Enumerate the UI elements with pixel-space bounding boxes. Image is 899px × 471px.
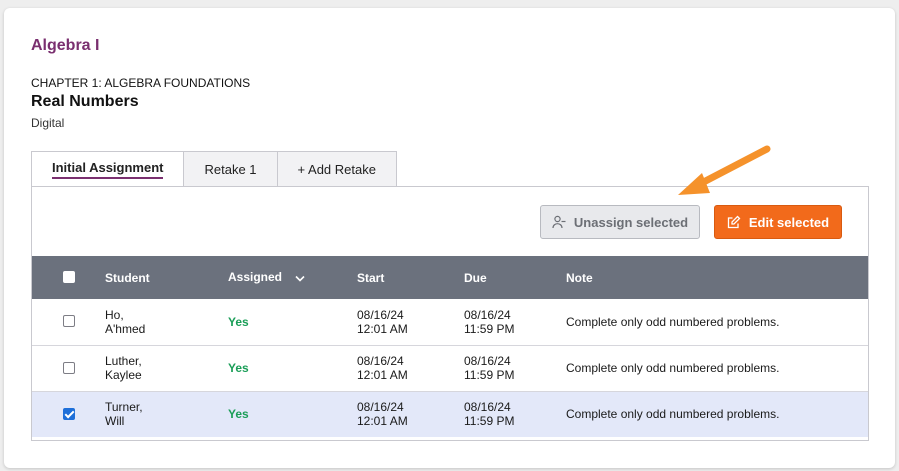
edit-label: Edit selected [748,214,830,230]
due-time: 11:59 PM [464,368,515,382]
row-checkbox[interactable] [62,315,75,328]
student-first-name: Kaylee [105,368,142,382]
student-last-name: Ho, [105,307,124,322]
start-cell: 08/16/24 12:01 AM [357,345,464,391]
start-time: 12:01 AM [357,368,408,382]
assigned-status: Yes [228,314,249,329]
lesson-title: Real Numbers [31,93,139,110]
course-title: Algebra I [31,37,100,54]
due-cell: 08/16/24 11:59 PM [464,345,566,391]
assigned-header-label: Assigned [228,270,283,285]
start-time: 12:01 AM [357,321,408,336]
unassign-selected-button[interactable]: Unassign selected [540,205,700,239]
user-minus-icon [552,215,566,229]
due-date: 08/16/24 [464,307,511,322]
start-date: 08/16/24 [357,307,404,322]
assigned-status: Yes [228,407,249,422]
tab-label: Initial Assignment [52,160,164,179]
annotation-arrow-icon [678,145,771,195]
table-row: Ho, A'hmed Yes 08/16/24 12:01 AM 08/16/2… [32,299,868,345]
student-name: Luther, Kaylee [105,345,228,391]
assigned-status: Yes [228,361,249,375]
edit-selected-button[interactable]: Edit selected [714,205,842,239]
tab-initial-assignment[interactable]: Initial Assignment [31,151,185,187]
student-header: Student [105,270,150,285]
student-name: Turner, Will [105,391,228,437]
chapter-label: CHAPTER 1: ALGEBRA FOUNDATIONS [31,76,251,90]
note-cell: Complete only odd numbered problems. [566,361,780,375]
table-row: Turner, Will Yes 08/16/24 12:01 AM 08/16… [32,391,868,437]
due-date: 08/16/24 [464,354,511,368]
chevron-down-icon[interactable] [295,271,305,285]
start-date: 08/16/24 [357,354,404,368]
table-header-row: Student Assigned Start Due Note [32,256,868,299]
select-all-cell [32,256,105,299]
row-checkbox[interactable] [62,361,75,374]
due-header: Due [464,270,487,285]
tab-add-retake[interactable]: + Add Retake [277,151,397,187]
student-first-name: A'hmed [105,321,146,336]
tab-label: Retake 1 [204,161,257,177]
lesson-format: Digital [31,116,65,130]
note-cell: Complete only odd numbered problems. [566,314,780,329]
start-date: 08/16/24 [357,400,404,415]
tab-label: + Add Retake [297,161,376,177]
edit-icon [727,215,741,229]
student-name: Ho, A'hmed [105,299,228,345]
select-all-checkbox[interactable] [62,271,75,283]
start-cell: 08/16/24 12:01 AM [357,299,464,345]
student-last-name: Luther, [105,354,142,368]
start-cell: 08/16/24 12:01 AM [357,391,464,437]
student-first-name: Will [105,414,125,429]
start-header: Start [357,270,385,285]
assigned-header[interactable]: Assigned [228,256,357,299]
note-header: Note [566,270,593,285]
due-time: 11:59 PM [464,321,515,336]
due-cell: 08/16/24 11:59 PM [464,391,566,437]
due-time: 11:59 PM [464,414,515,429]
table-row: Luther, Kaylee Yes 08/16/24 12:01 AM 08/… [32,345,868,391]
row-checkbox[interactable] [62,407,75,420]
tab-retake-1[interactable]: Retake 1 [184,151,278,187]
due-date: 08/16/24 [464,400,511,415]
note-cell: Complete only odd numbered problems. [566,407,780,422]
due-cell: 08/16/24 11:59 PM [464,299,566,345]
student-last-name: Turner, [105,400,143,415]
student-table: Student Assigned Start Due Note Ho, A'hm… [32,256,868,437]
assignment-tabs: Initial Assignment Retake 1 + Add Retake [31,151,397,187]
assignment-panel: Unassign selected Edit selected Student [31,186,869,441]
unassign-label: Unassign selected [573,214,689,230]
start-time: 12:01 AM [357,414,408,429]
assignment-card: Algebra I CHAPTER 1: ALGEBRA FOUNDATIONS… [4,8,895,468]
